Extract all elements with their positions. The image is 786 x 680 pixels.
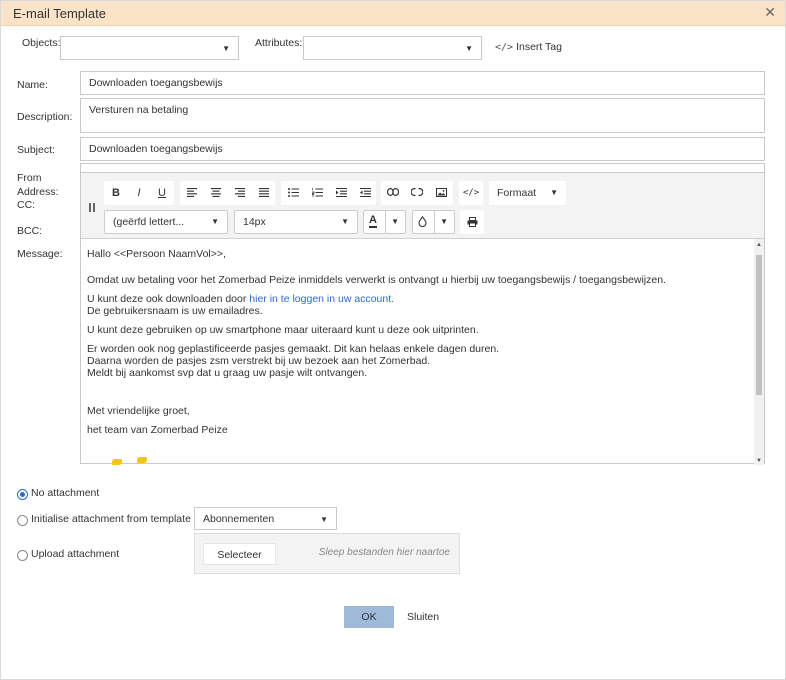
address-label: Address: <box>17 186 59 198</box>
chevron-down-icon: ▼ <box>341 217 349 226</box>
scroll-down-icon[interactable]: ▼ <box>756 458 762 464</box>
dialog-title: E-mail Template <box>13 6 106 21</box>
font-color-icon: A <box>369 214 377 228</box>
template-attachment-radio[interactable] <box>17 515 28 526</box>
font-size-value: 14px <box>243 216 266 228</box>
text-style-group: B I U <box>104 181 174 205</box>
message-signature: het team van Zomerbad Peize <box>87 424 228 436</box>
droplet-icon <box>418 215 427 230</box>
name-field[interactable]: Downloaden toegangsbewijs <box>80 71 765 95</box>
scroll-up-icon[interactable]: ▲ <box>756 242 762 248</box>
bold-button[interactable]: B <box>104 181 128 205</box>
description-label: Description: <box>17 111 73 123</box>
scrollbar-thumb[interactable] <box>756 255 762 395</box>
objects-select[interactable]: ▼ <box>60 36 239 60</box>
message-paragraph: De gebruikersnaam is uw emailadres. <box>87 305 263 317</box>
image-icon[interactable] <box>429 181 453 205</box>
subject-label: Subject: <box>17 144 55 156</box>
logo-image <box>112 459 122 465</box>
login-link[interactable]: hier in te loggen in uw account. <box>249 293 394 305</box>
code-icon: </> <box>495 42 514 53</box>
drag-handle-icon[interactable] <box>89 203 95 212</box>
unlink-icon[interactable] <box>405 181 429 205</box>
close-icon[interactable]: ✕ <box>764 4 776 21</box>
print-icon[interactable] <box>460 210 484 234</box>
message-label: Message: <box>17 248 63 260</box>
template-attachment-label: Initialise attachment from template <box>31 513 191 525</box>
divider <box>434 211 435 233</box>
background-color-picker[interactable]: ▼ <box>412 210 455 234</box>
template-select[interactable]: Abonnementen ▼ <box>194 507 337 530</box>
template-select-value: Abonnementen <box>203 513 275 525</box>
align-right-icon[interactable] <box>228 181 252 205</box>
message-paragraph: U kunt deze ook downloaden door hier in … <box>87 293 747 305</box>
align-justify-icon[interactable] <box>252 181 276 205</box>
format-select-value: Formaat <box>497 187 537 199</box>
chevron-down-icon: ▼ <box>320 515 328 524</box>
objects-label: Objects: <box>22 37 61 49</box>
ok-button[interactable]: OK <box>344 606 394 628</box>
no-attachment-label: No attachment <box>31 487 100 499</box>
chevron-down-icon: ▼ <box>465 44 473 53</box>
insert-tag-label: Insert Tag <box>516 41 562 53</box>
attributes-select[interactable]: ▼ <box>303 36 482 60</box>
font-color-picker[interactable]: A ▼ <box>363 210 406 234</box>
editor-toolbar: B I U </> Formaat ▼ (geërfd lettert... ▼… <box>81 173 764 239</box>
message-paragraph: U kunt deze gebruiken op uw smartphone m… <box>87 324 479 336</box>
name-label: Name: <box>17 79 48 91</box>
upload-dropzone[interactable]: Selecteer Sleep bestanden hier naartoe <box>194 533 460 574</box>
message-paragraph: Er worden ook nog geplastificeerde pasje… <box>87 343 500 355</box>
align-center-icon[interactable] <box>204 181 228 205</box>
outdent-icon[interactable] <box>353 181 377 205</box>
font-size-select[interactable]: 14px ▼ <box>234 210 358 234</box>
cc-label: CC: <box>17 199 36 211</box>
description-field[interactable]: Versturen na betaling <box>80 98 765 133</box>
chevron-down-icon: ▼ <box>211 217 219 226</box>
chevron-down-icon: ▼ <box>391 217 399 226</box>
print-group <box>460 210 484 234</box>
italic-button[interactable]: I <box>127 181 151 205</box>
logo-image <box>137 457 147 463</box>
message-paragraph: Daarna worden de pasjes zsm verstrekt bi… <box>87 355 431 367</box>
link-icon[interactable] <box>381 181 405 205</box>
bullet-list-icon[interactable] <box>281 181 305 205</box>
upload-attachment-radio[interactable] <box>17 550 28 561</box>
insert-tag-button[interactable]: </> Insert Tag <box>495 41 562 53</box>
indent-icon[interactable] <box>329 181 353 205</box>
message-content[interactable]: Hallo <<Persoon NaamVol>>, Omdat uw beta… <box>87 248 747 436</box>
chevron-down-icon: ▼ <box>440 217 448 226</box>
chevron-down-icon: ▼ <box>550 188 558 197</box>
font-family-select[interactable]: (geërfd lettert... ▼ <box>104 210 228 234</box>
subject-field[interactable]: Downloaden toegangsbewijs <box>80 137 765 161</box>
drop-hint: Sleep bestanden hier naartoe <box>318 547 450 558</box>
message-closing: Met vriendelijke groet, <box>87 405 190 417</box>
from-label: From <box>17 172 42 184</box>
editor-scrollbar[interactable]: ▲ ▼ <box>754 239 764 465</box>
chevron-down-icon: ▼ <box>222 44 230 53</box>
font-family-value: (geërfd lettert... <box>113 216 185 228</box>
align-left-icon[interactable] <box>180 181 204 205</box>
html-group: </> <box>459 181 483 205</box>
dialog-titlebar: E-mail Template ✕ <box>1 1 785 26</box>
divider <box>385 211 386 233</box>
close-button[interactable]: Sluiten <box>407 611 439 623</box>
numbered-list-icon[interactable] <box>305 181 329 205</box>
bcc-label: BCC: <box>17 225 43 237</box>
underline-button[interactable]: U <box>150 181 174 205</box>
view-html-icon[interactable]: </> <box>459 181 483 205</box>
message-paragraph: Omdat uw betaling voor het Zomerbad Peiz… <box>87 274 666 286</box>
list-group <box>281 181 376 205</box>
attributes-label: Attributes: <box>255 37 303 49</box>
alignment-group <box>180 181 275 205</box>
message-paragraph: Meldt bij aankomst svp dat u graag uw pa… <box>87 367 368 379</box>
message-editor[interactable]: B I U </> Formaat ▼ (geërfd lettert... ▼… <box>80 172 765 465</box>
insert-group <box>381 181 453 205</box>
upload-attachment-label: Upload attachment <box>31 548 120 560</box>
message-greeting: Hallo <<Persoon NaamVol>>, <box>87 248 226 260</box>
select-file-button[interactable]: Selecteer <box>203 543 276 565</box>
email-template-dialog: E-mail Template ✕ Objects: ▼ Attributes:… <box>0 0 786 680</box>
message-text: U kunt deze ook downloaden door <box>87 293 250 305</box>
format-select[interactable]: Formaat ▼ <box>489 181 566 205</box>
no-attachment-radio[interactable] <box>17 489 28 500</box>
